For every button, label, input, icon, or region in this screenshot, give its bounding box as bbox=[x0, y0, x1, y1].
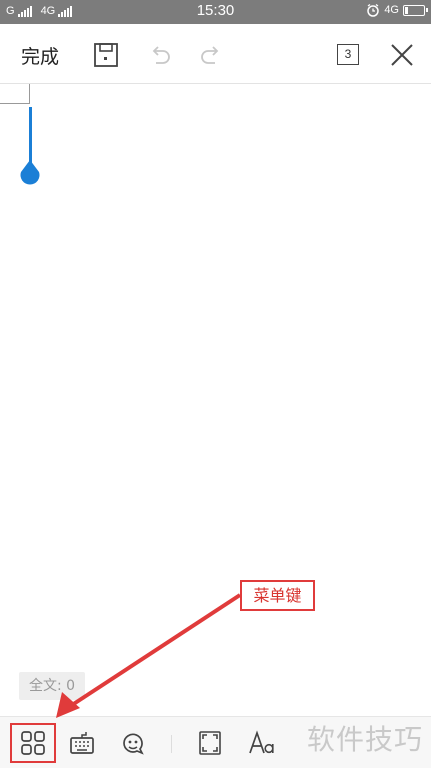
status-bar: G 4G 15:30 4G bbox=[0, 0, 431, 24]
page-count-icon[interactable]: 3 bbox=[337, 44, 359, 65]
fullscreen-icon[interactable] bbox=[197, 730, 223, 756]
cursor-handle[interactable] bbox=[18, 160, 42, 188]
alarm-icon bbox=[367, 3, 380, 17]
status-icons: 4G bbox=[366, 3, 428, 17]
font-style-icon[interactable] bbox=[248, 730, 276, 756]
undo-icon[interactable] bbox=[147, 42, 173, 68]
word-count-badge: 全文: 0 bbox=[19, 672, 86, 700]
watermark-text: 软件技巧 bbox=[307, 723, 424, 756]
page-corner-mark bbox=[0, 84, 30, 104]
battery-icon bbox=[403, 4, 428, 16]
save-icon[interactable] bbox=[93, 42, 119, 68]
keyboard-icon[interactable] bbox=[69, 730, 95, 756]
voice-input-icon[interactable] bbox=[120, 730, 146, 756]
network-label: 4G bbox=[384, 4, 399, 16]
editor-toolbar: 完成 bbox=[0, 24, 431, 84]
text-cursor bbox=[29, 107, 32, 165]
done-button[interactable]: 完成 bbox=[21, 42, 59, 69]
toolbar-divider bbox=[171, 735, 172, 753]
menu-highlight-box bbox=[10, 723, 56, 763]
close-icon[interactable] bbox=[389, 42, 415, 68]
redo-icon[interactable] bbox=[198, 42, 224, 68]
annotation-label: 菜单键 bbox=[240, 580, 315, 611]
document-editor[interactable] bbox=[0, 85, 431, 715]
